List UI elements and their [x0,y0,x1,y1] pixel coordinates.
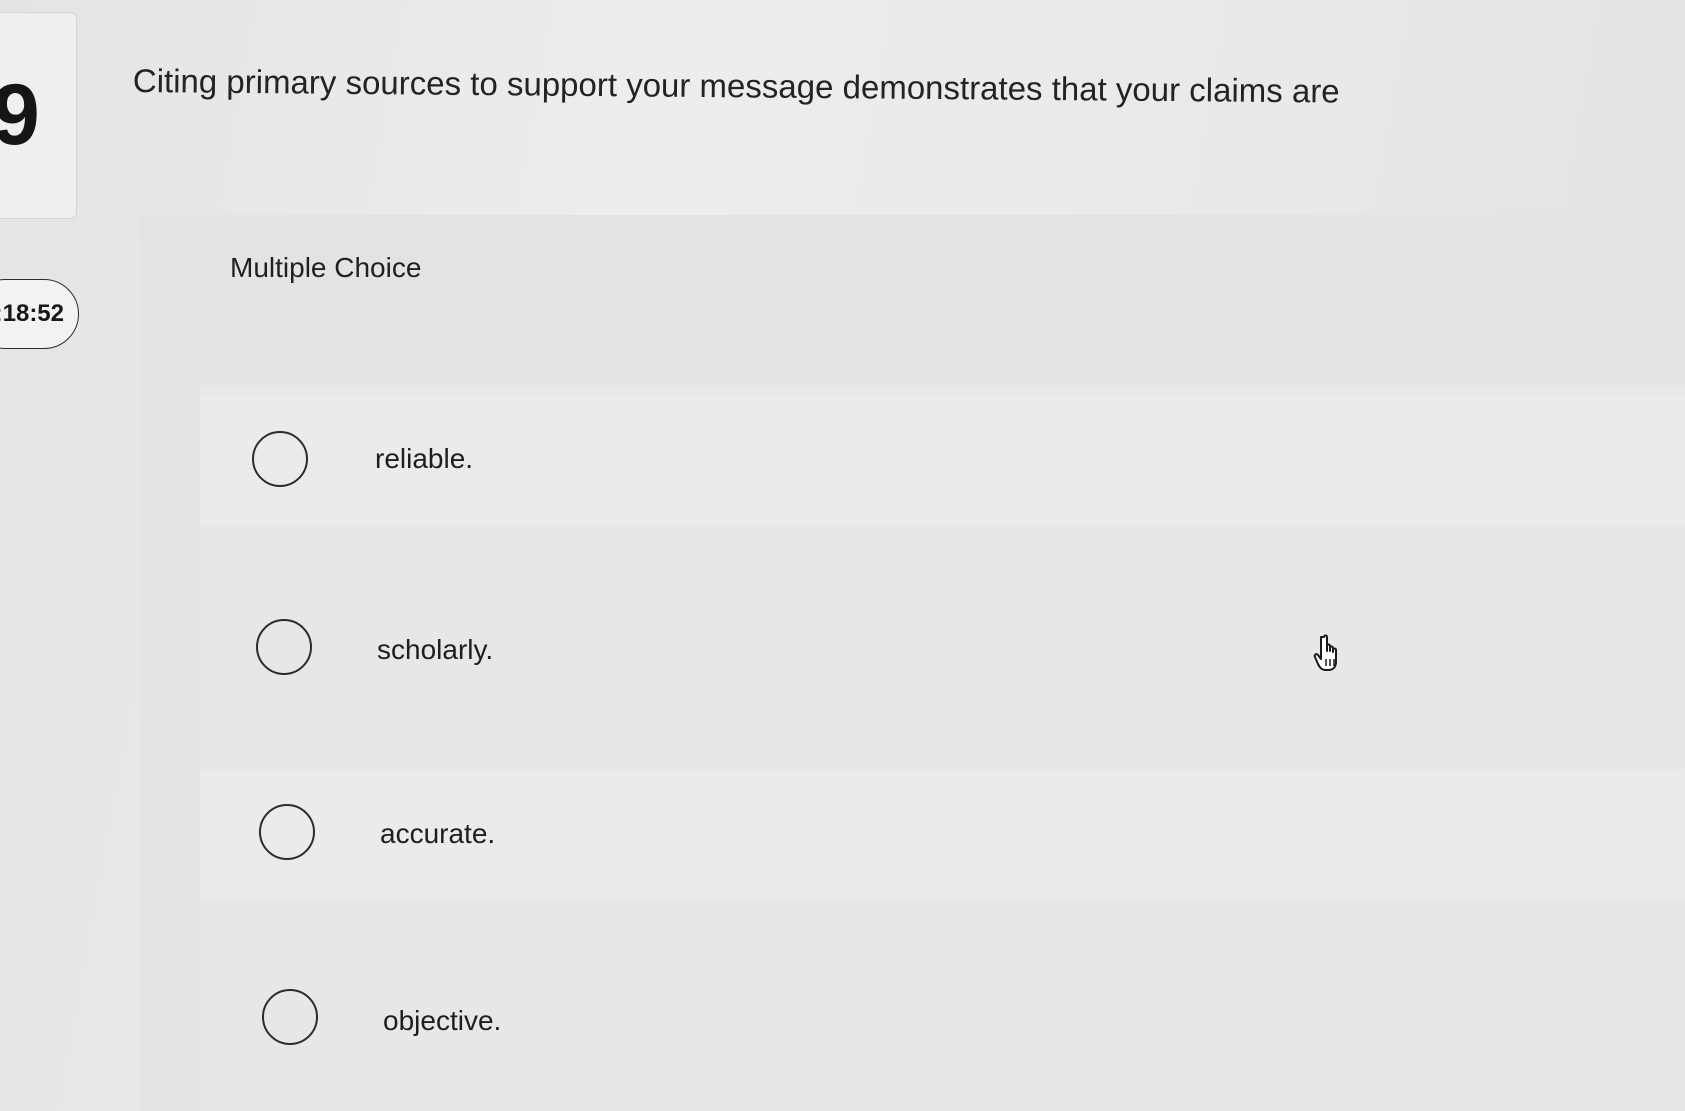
question-number: 9 [0,67,40,163]
hand-pointer-icon [1311,633,1345,678]
choice-option-reliable[interactable]: reliable. [200,395,1685,525]
timer-value: :18:52 [0,300,64,327]
choice-label: reliable. [375,443,474,474]
timer: :18:52 [0,279,79,349]
choice-label: scholarly. [377,634,494,665]
choice-option-accurate[interactable]: accurate. [200,769,1685,899]
radio-button[interactable] [252,431,308,487]
question-type-label: Multiple Choice [230,252,422,283]
radio-button[interactable] [262,989,318,1045]
radio-button[interactable] [256,619,312,675]
choice-option-scholarly[interactable]: scholarly. [200,583,1685,713]
radio-button[interactable] [259,804,315,860]
choice-option-objective[interactable]: objective. [200,950,1685,1080]
choice-label: accurate. [380,818,496,849]
choice-label: objective. [383,1005,502,1036]
